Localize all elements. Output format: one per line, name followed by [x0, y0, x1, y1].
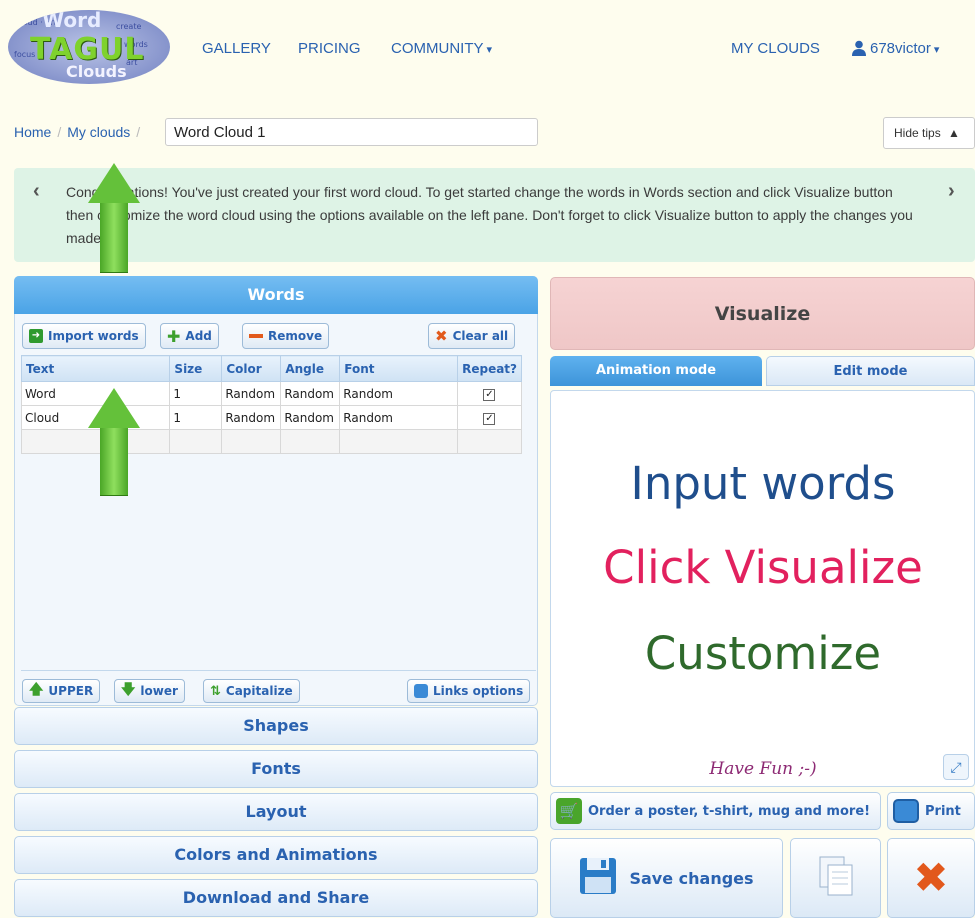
print-label: Print: [925, 803, 961, 819]
cell-size[interactable]: 1: [169, 405, 223, 430]
order-merch-button[interactable]: 🛒 Order a poster, t-shirt, mug and more!: [550, 792, 881, 830]
logo-word-top: Word: [42, 10, 102, 32]
upper-label: UPPER: [48, 684, 94, 698]
tip-prev-icon[interactable]: ‹: [33, 180, 40, 203]
section-colors-animations[interactable]: Colors and Animations: [14, 836, 538, 874]
tagul-logo[interactable]: cloud · art create words focus art Word …: [8, 10, 170, 84]
print-button[interactable]: Print: [887, 792, 975, 830]
canvas-line-click-visualize: Click Visualize: [603, 541, 923, 594]
user-menu[interactable]: 678victor: [870, 40, 939, 57]
arrow-down-icon: 🡇: [121, 682, 136, 698]
user-icon: [852, 40, 866, 61]
cell-empty[interactable]: [280, 429, 341, 454]
cell-font[interactable]: Random: [339, 381, 458, 406]
cart-icon: 🛒: [556, 798, 582, 824]
cell-color[interactable]: Random: [221, 381, 282, 406]
nav-my-clouds[interactable]: MY CLOUDS: [731, 40, 820, 57]
nav-pricing[interactable]: PRICING: [298, 40, 361, 57]
logo-word-bottom: Clouds: [66, 62, 127, 81]
clear-all-button[interactable]: ✖ Clear all: [428, 323, 516, 349]
cell-color[interactable]: Random: [221, 405, 282, 430]
col-size[interactable]: Size: [169, 355, 223, 382]
minus-icon: [249, 334, 263, 338]
cell-repeat[interactable]: ✓: [456, 405, 523, 430]
delete-x-icon: ✖: [913, 853, 949, 902]
clear-all-label: Clear all: [452, 329, 509, 343]
breadcrumb: Home / My clouds /: [14, 124, 141, 140]
cell-empty[interactable]: [456, 429, 523, 454]
floppy-disk-icon: [579, 857, 617, 899]
section-layout[interactable]: Layout: [14, 793, 538, 831]
tip-text: Congratulations! You've just created you…: [66, 184, 913, 246]
import-words-button[interactable]: ➜ Import words: [22, 323, 146, 349]
import-icon: ➜: [29, 329, 43, 343]
col-font[interactable]: Font: [339, 355, 458, 382]
plus-icon: ✚: [167, 326, 181, 346]
tip-next-icon[interactable]: ›: [948, 180, 955, 203]
add-word-button[interactable]: ✚ Add: [160, 323, 219, 349]
repeat-checkbox[interactable]: ✓: [483, 413, 496, 425]
cell-empty[interactable]: [169, 429, 223, 454]
chevron-up-icon: ▲: [948, 126, 960, 140]
col-angle[interactable]: Angle: [280, 355, 341, 382]
order-label: Order a poster, t-shirt, mug and more!: [588, 803, 871, 819]
cell-font[interactable]: Random: [339, 405, 458, 430]
swap-icon: ⇅: [210, 683, 221, 699]
cell-angle[interactable]: Random: [280, 405, 341, 430]
remove-word-button[interactable]: Remove: [242, 323, 330, 349]
col-color[interactable]: Color: [221, 355, 282, 382]
arrow-up-icon: 🡅: [29, 682, 44, 698]
upper-button[interactable]: 🡅 UPPER: [22, 679, 101, 703]
cell-size[interactable]: 1: [169, 381, 223, 406]
words-header[interactable]: Words: [14, 276, 538, 314]
cell-empty[interactable]: [221, 429, 282, 454]
links-options-label: Links options: [433, 684, 524, 698]
tab-animation-mode[interactable]: Animation mode: [550, 356, 762, 386]
annotation-arrow-icon: [88, 388, 140, 496]
duplicate-button[interactable]: [790, 838, 881, 918]
annotation-arrow-icon: [88, 163, 140, 273]
capitalize-button[interactable]: ⇅ Capitalize: [203, 679, 300, 703]
cell-empty[interactable]: [339, 429, 458, 454]
col-text[interactable]: Text: [20, 355, 171, 382]
repeat-checkbox[interactable]: ✓: [483, 389, 496, 401]
have-fun-text: Have Fun ;-): [709, 759, 817, 779]
breadcrumb-my-clouds[interactable]: My clouds: [67, 124, 130, 140]
import-label: Import words: [48, 329, 139, 343]
save-changes-button[interactable]: Save changes: [550, 838, 783, 918]
cell-angle[interactable]: Random: [280, 381, 341, 406]
add-label: Add: [185, 329, 212, 343]
hide-tips-label: Hide tips: [894, 126, 941, 140]
save-changes-label: Save changes: [629, 868, 754, 888]
nav-community[interactable]: COMMUNITY: [391, 40, 492, 57]
cloud-name-input[interactable]: [165, 118, 538, 146]
section-fonts[interactable]: Fonts: [14, 750, 538, 788]
section-download-share[interactable]: Download and Share: [14, 879, 538, 917]
x-icon: ✖: [435, 327, 448, 345]
lower-button[interactable]: 🡇 lower: [114, 679, 185, 703]
delete-button[interactable]: ✖: [887, 838, 975, 918]
divider: [21, 670, 536, 671]
tab-edit-mode[interactable]: Edit mode: [766, 356, 975, 386]
canvas-line-customize: Customize: [644, 627, 882, 680]
cell-repeat[interactable]: ✓: [456, 381, 523, 406]
hide-tips-button[interactable]: Hide tips ▲: [883, 117, 975, 149]
visualize-button[interactable]: Visualize: [550, 277, 975, 350]
section-shapes[interactable]: Shapes: [14, 707, 538, 745]
capitalize-label: Capitalize: [225, 684, 293, 698]
remove-label: Remove: [268, 329, 323, 343]
canvas-line-input-words: Input words: [630, 457, 896, 510]
breadcrumb-home[interactable]: Home: [14, 124, 51, 140]
fullscreen-icon[interactable]: ⤢: [943, 754, 969, 780]
table-header-row: Text Size Color Angle Font Repeat?: [20, 355, 523, 382]
nav-gallery[interactable]: GALLERY: [202, 40, 271, 57]
globe-icon: [414, 684, 428, 698]
col-repeat[interactable]: Repeat?: [456, 355, 523, 382]
lower-label: lower: [140, 684, 178, 698]
printer-icon: [893, 799, 919, 823]
copy-icon: [819, 856, 853, 900]
links-options-button[interactable]: Links options: [407, 679, 531, 703]
